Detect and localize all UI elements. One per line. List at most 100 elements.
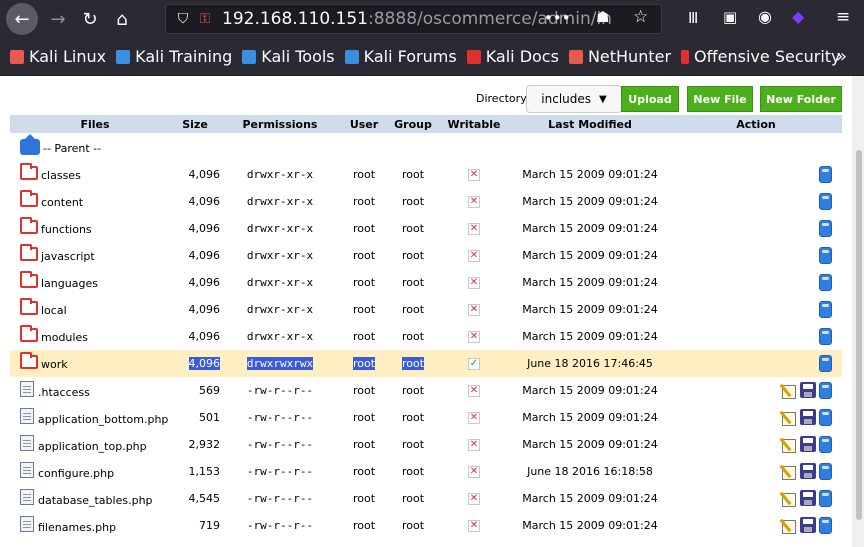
- header-writable[interactable]: Writable: [438, 118, 510, 131]
- delete-icon[interactable]: [819, 382, 832, 399]
- bookmark-kali-training[interactable]: Kali Training: [116, 47, 232, 66]
- menu-icon[interactable]: ≡: [836, 7, 850, 27]
- header-permissions[interactable]: Permissions: [220, 118, 340, 131]
- file-name[interactable]: work: [41, 358, 68, 371]
- parent-row[interactable]: -- Parent --: [10, 133, 842, 161]
- bookmark-offensive-security[interactable]: Offensive Security: [681, 47, 841, 66]
- bookmark-kali-linux[interactable]: Kali Linux: [10, 47, 106, 66]
- permissions-cell: drwxr-xr-x: [220, 276, 340, 289]
- delete-icon[interactable]: [819, 517, 832, 534]
- group-cell: root: [388, 276, 438, 289]
- download-icon[interactable]: [800, 382, 816, 398]
- table-row[interactable]: work 4,096 drwxrwxrwx root root ✓ June 18 2016…: [10, 350, 842, 377]
- bookmark-kali-tools[interactable]: Kali Tools: [242, 47, 335, 66]
- bookmark-kali-docs[interactable]: Kali Docs: [466, 47, 559, 66]
- header-modified[interactable]: Last Modified: [510, 118, 670, 131]
- file-name[interactable]: javascript: [41, 250, 95, 263]
- file-name[interactable]: .htaccess: [38, 386, 90, 399]
- header-files[interactable]: Files: [10, 118, 170, 131]
- download-icon[interactable]: [800, 409, 816, 425]
- edit-icon[interactable]: [781, 436, 797, 453]
- delete-icon[interactable]: [819, 193, 832, 210]
- table-row[interactable]: languages 4,096 drwxr-xr-x root root ✕ March 1…: [10, 269, 842, 296]
- file-name[interactable]: local: [41, 304, 67, 317]
- table-row[interactable]: classes 4,096 drwxr-xr-x root root ✕ March 15 …: [10, 161, 842, 188]
- delete-icon[interactable]: [819, 166, 832, 183]
- new-folder-button[interactable]: New Folder: [760, 86, 842, 112]
- delete-icon[interactable]: [819, 436, 832, 453]
- arrow-right-icon: →: [50, 8, 66, 30]
- delete-icon[interactable]: [819, 247, 832, 264]
- parent-label[interactable]: -- Parent --: [43, 142, 101, 155]
- file-name[interactable]: filenames.php: [38, 521, 116, 534]
- bookmark-kali-forums[interactable]: Kali Forums: [344, 47, 457, 66]
- pocket-icon[interactable]: ☗: [596, 8, 609, 26]
- scrollbar-thumb[interactable]: [856, 150, 862, 520]
- delete-icon[interactable]: [819, 220, 832, 237]
- library-icon[interactable]: Ⅲ: [688, 9, 698, 27]
- account-icon[interactable]: ◉: [758, 7, 772, 26]
- name-cell: .htaccess: [10, 380, 170, 399]
- edit-icon[interactable]: [781, 517, 797, 534]
- table-row[interactable]: application_bottom.php 501 -rw-r--r-- root r…: [10, 404, 842, 431]
- group-value: root: [401, 168, 425, 181]
- table-row[interactable]: application_top.php 2,932 -rw-r--r-- root ro…: [10, 431, 842, 458]
- file-name[interactable]: application_bottom.php: [38, 413, 168, 426]
- file-icon: [20, 488, 34, 505]
- table-row[interactable]: database_tables.php 4,545 -rw-r--r-- root ro…: [10, 485, 842, 512]
- delete-icon[interactable]: [819, 328, 832, 345]
- reload-button[interactable]: ↻: [76, 5, 104, 33]
- table-row[interactable]: functions 4,096 drwxr-xr-x root root ✕ March 1…: [10, 215, 842, 242]
- url-bar[interactable]: ⛉ ⚿ 192.168.110.151:8888/oscommerce/admi…: [165, 4, 662, 34]
- forward-button[interactable]: →: [44, 5, 72, 33]
- directory-select[interactable]: includes ▼: [526, 85, 622, 113]
- file-name[interactable]: classes: [41, 169, 81, 182]
- action-cell: [670, 274, 842, 291]
- delete-icon[interactable]: [819, 274, 832, 291]
- file-name[interactable]: content: [41, 196, 83, 209]
- table-row[interactable]: javascript 4,096 drwxr-xr-x root root ✕ March …: [10, 242, 842, 269]
- table-row[interactable]: modules 4,096 drwxr-xr-x root root ✕ March 15 …: [10, 323, 842, 350]
- table-row[interactable]: local 4,096 drwxr-xr-x root root ✕ March 15 20…: [10, 296, 842, 323]
- extension-icon[interactable]: ◆: [792, 7, 804, 26]
- back-button[interactable]: ←: [6, 3, 38, 35]
- table-row[interactable]: content 4,096 drwxr-xr-x root root ✕ March 15 …: [10, 188, 842, 215]
- home-button[interactable]: ⌂: [108, 5, 136, 33]
- edit-icon[interactable]: [781, 490, 797, 507]
- file-name[interactable]: database_tables.php: [38, 494, 153, 507]
- table-row[interactable]: filenames.php 719 -rw-r--r-- root root ✕ March…: [10, 512, 842, 539]
- download-icon[interactable]: [800, 517, 816, 533]
- more-icon[interactable]: •••: [544, 9, 571, 27]
- edit-icon[interactable]: [781, 382, 797, 399]
- bookmarks-overflow-icon[interactable]: »: [836, 46, 847, 67]
- action-cell: [670, 517, 842, 534]
- file-name[interactable]: modules: [41, 331, 88, 344]
- cross-icon: ✕: [468, 195, 480, 208]
- edit-icon[interactable]: [781, 463, 797, 480]
- download-icon[interactable]: [800, 490, 816, 506]
- new-file-button[interactable]: New File: [687, 86, 753, 112]
- table-row[interactable]: .htaccess 569 -rw-r--r-- root root ✕ March 15 …: [10, 377, 842, 404]
- delete-icon[interactable]: [819, 355, 832, 372]
- star-icon[interactable]: ☆: [633, 7, 648, 27]
- header-user[interactable]: User: [340, 118, 388, 131]
- header-group[interactable]: Group: [388, 118, 438, 131]
- delete-icon[interactable]: [819, 301, 832, 318]
- table-row[interactable]: configure.php 1,153 -rw-r--r-- root root ✕ Jun…: [10, 458, 842, 485]
- delete-icon[interactable]: [819, 463, 832, 480]
- file-name[interactable]: configure.php: [38, 467, 114, 480]
- file-name[interactable]: functions: [41, 223, 92, 236]
- bookmark-nethunter[interactable]: NetHunter: [568, 47, 671, 66]
- download-icon[interactable]: [800, 436, 816, 452]
- header-size[interactable]: Size: [170, 118, 220, 131]
- sidebar-icon[interactable]: ▣: [723, 8, 737, 26]
- file-name[interactable]: application_top.php: [38, 440, 147, 453]
- kali-forums-icon: [344, 49, 359, 64]
- upload-button[interactable]: Upload: [621, 86, 679, 112]
- delete-icon[interactable]: [819, 409, 832, 426]
- edit-icon[interactable]: [781, 409, 797, 426]
- download-icon[interactable]: [800, 463, 816, 479]
- size-value: 4,096: [188, 357, 220, 370]
- file-name[interactable]: languages: [41, 277, 98, 290]
- delete-icon[interactable]: [819, 490, 832, 507]
